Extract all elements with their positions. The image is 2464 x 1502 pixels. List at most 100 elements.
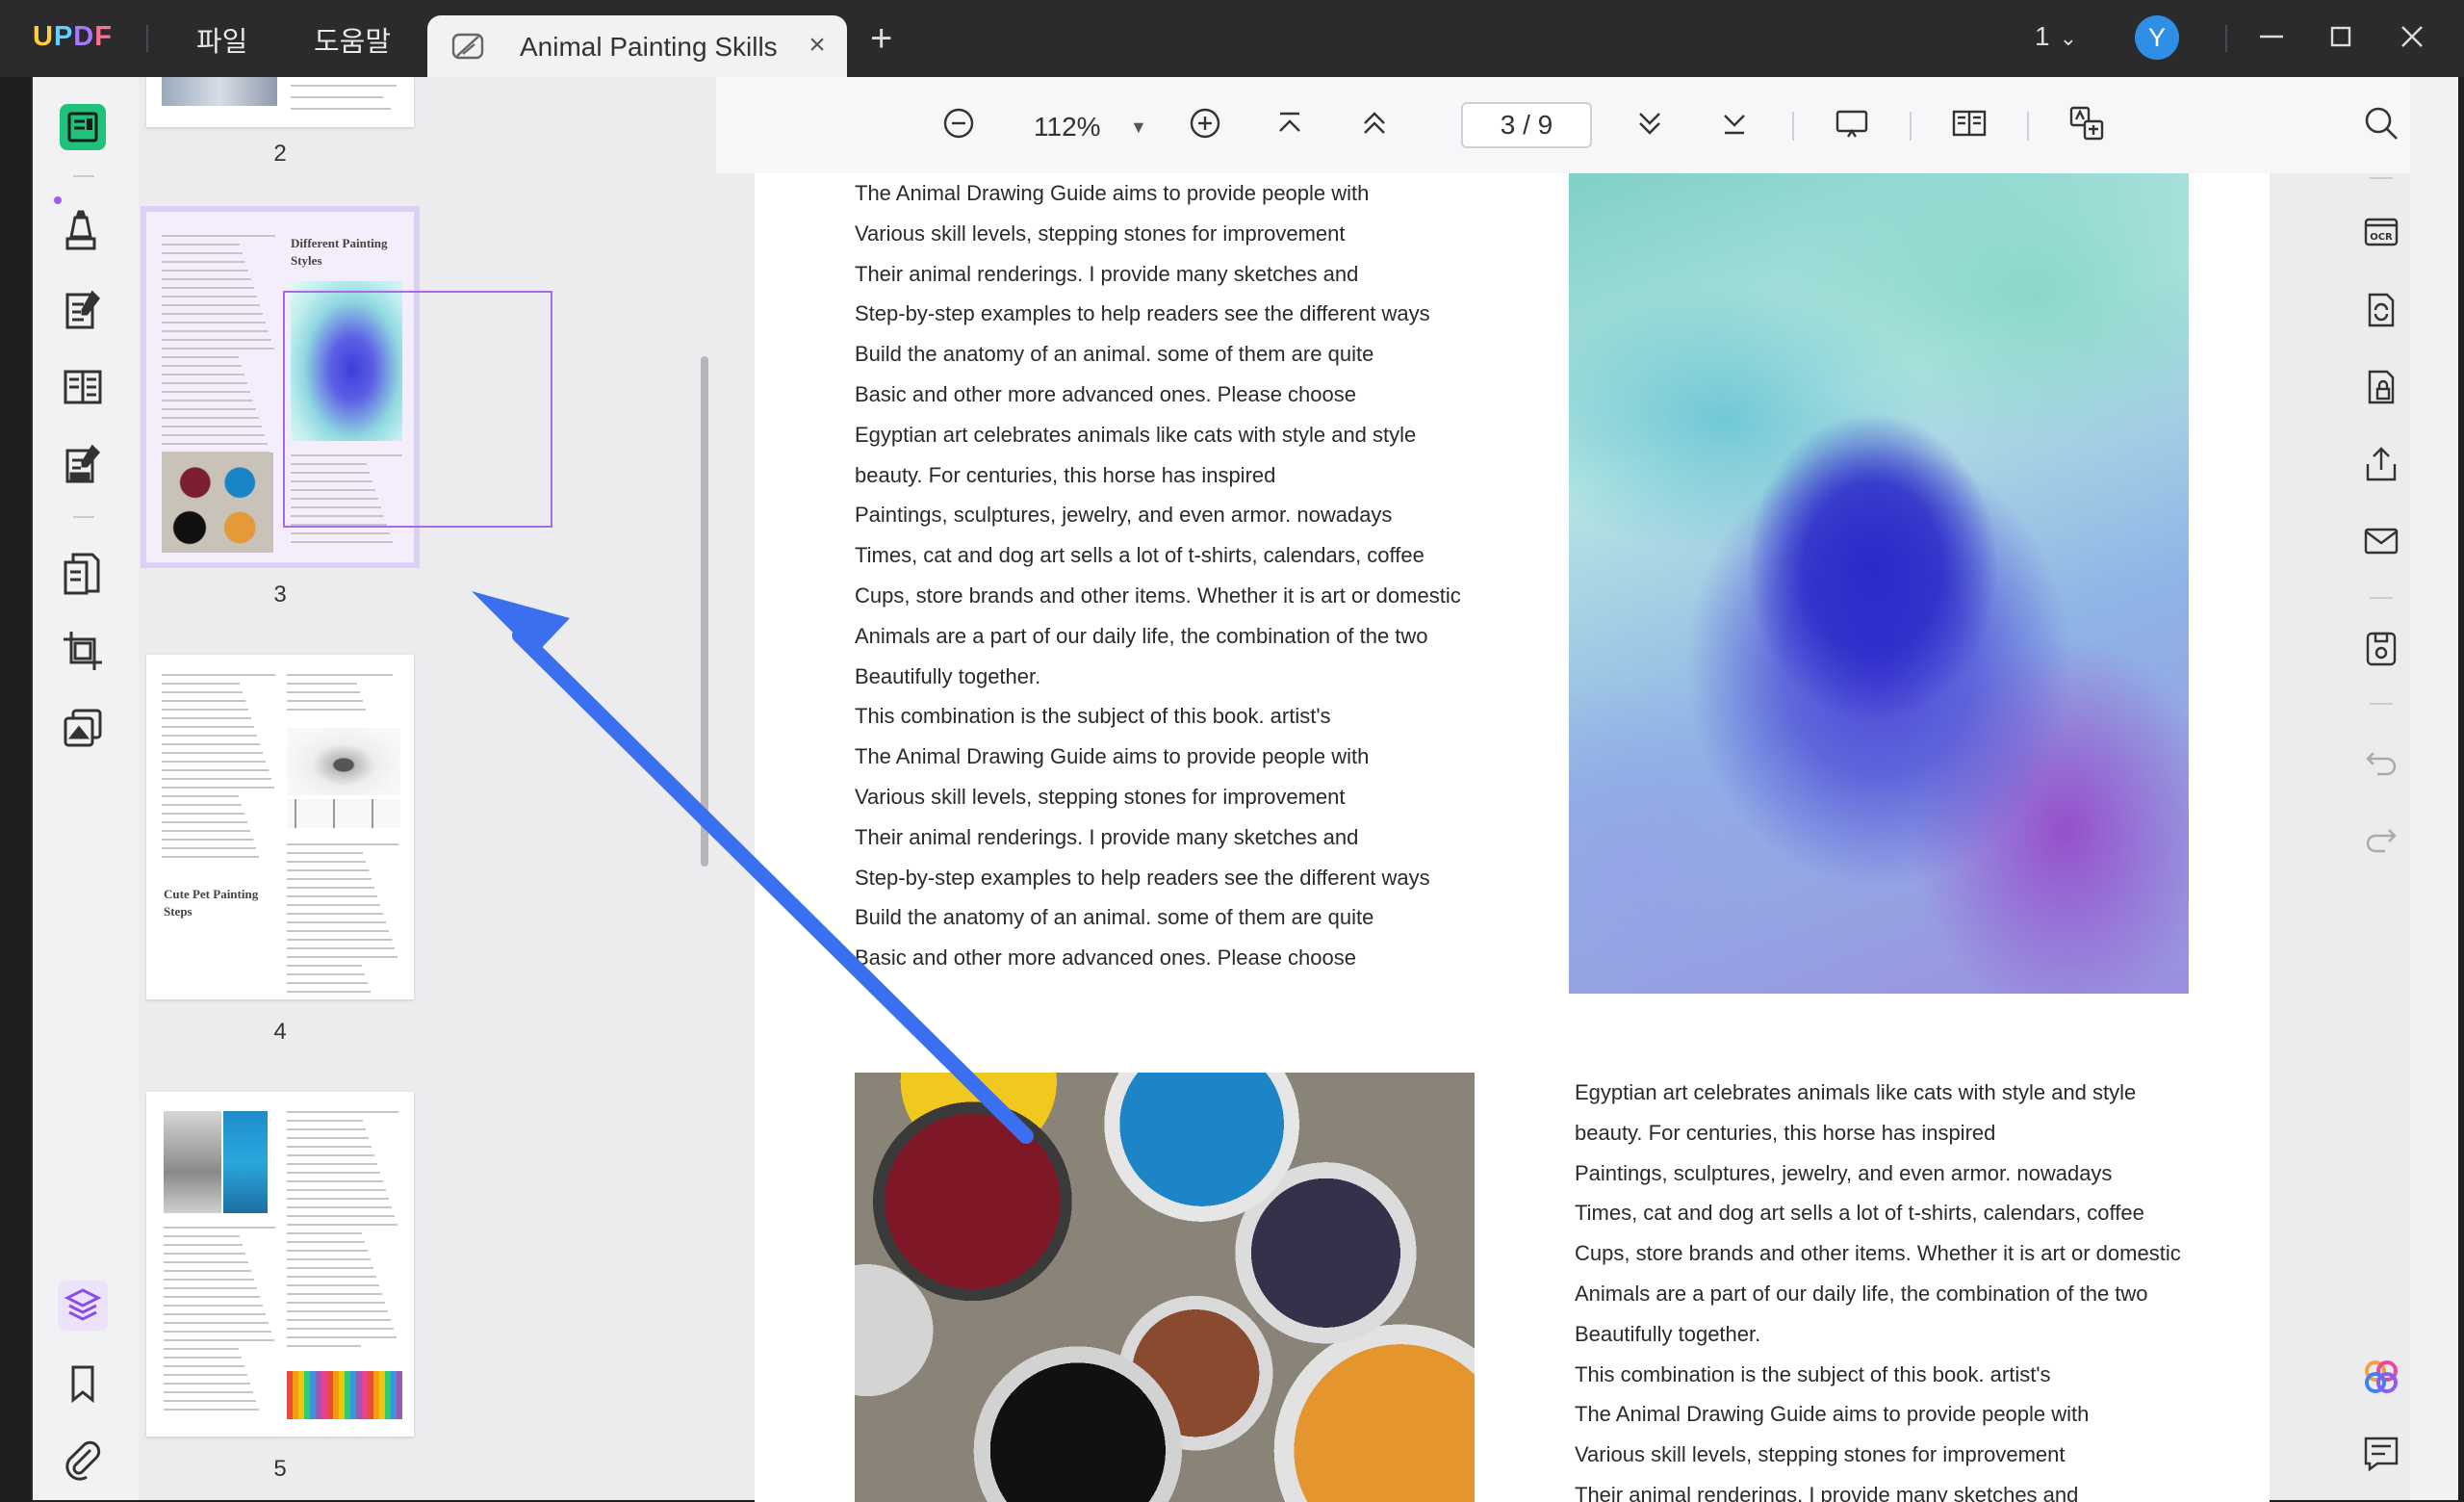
presentation-icon[interactable] bbox=[1833, 104, 1871, 142]
thumbnail-text-line bbox=[162, 322, 266, 324]
thumbnail-text-line bbox=[287, 956, 398, 958]
thumbnail-text-line bbox=[287, 965, 362, 967]
edit-icon[interactable] bbox=[58, 285, 108, 335]
email-icon[interactable] bbox=[2360, 520, 2402, 562]
text-line: Times, cat and dog art sells a lot of t-… bbox=[855, 543, 1424, 568]
text-line: The Animal Drawing Guide aims to provide… bbox=[855, 181, 1370, 205]
share-icon[interactable] bbox=[2360, 443, 2402, 485]
new-tab-button[interactable]: + bbox=[870, 19, 892, 58]
ai-assistant-icon[interactable] bbox=[2360, 1356, 2402, 1398]
tab-close-button[interactable]: × bbox=[803, 29, 832, 62]
thumbnail-text-line bbox=[287, 1198, 389, 1200]
attachment-icon[interactable] bbox=[58, 1435, 108, 1485]
thumbnail-text-line bbox=[287, 913, 383, 915]
layers-icon[interactable] bbox=[58, 1281, 108, 1331]
thumbnail-text-line bbox=[164, 1331, 271, 1333]
protect-icon[interactable] bbox=[2360, 366, 2402, 408]
thumbnail-scrollbar[interactable] bbox=[701, 356, 708, 867]
minimize-icon[interactable] bbox=[2252, 17, 2291, 56]
thumbnail-text-line bbox=[162, 304, 260, 306]
thumbnail-text-line bbox=[287, 921, 386, 923]
thumbnail-text-line bbox=[287, 1146, 372, 1148]
thumbnail-text-line bbox=[164, 1296, 260, 1298]
divider bbox=[2370, 703, 2393, 705]
previous-page-icon[interactable] bbox=[1355, 104, 1394, 142]
thumbnail-text-line bbox=[164, 1383, 250, 1385]
thumbnail-text-line bbox=[162, 735, 257, 737]
thumbnail-text-line bbox=[164, 1391, 253, 1393]
text-line: Step-by-step examples to help readers se… bbox=[855, 865, 1430, 890]
text-line: Times, cat and dog art sells a lot of t-… bbox=[1575, 1201, 2144, 1226]
thumbnail-text-line bbox=[287, 1137, 369, 1139]
text-line: The Animal Drawing Guide aims to provide… bbox=[855, 744, 1370, 769]
thumbnail-text-line bbox=[287, 1328, 394, 1330]
thumbnail-text-line bbox=[287, 1154, 374, 1156]
viewport-indicator[interactable] bbox=[283, 291, 552, 528]
thumbnail-text-line bbox=[287, 1293, 382, 1295]
thumbnail-text-line bbox=[162, 408, 256, 410]
divider bbox=[2370, 177, 2393, 179]
thumbnail-text-line bbox=[287, 852, 363, 854]
comment-icon[interactable] bbox=[58, 208, 108, 258]
zoom-dropdown-icon[interactable]: ▼ bbox=[1130, 117, 1147, 138]
thumbnail-text-line bbox=[287, 674, 393, 676]
translate-icon[interactable] bbox=[2067, 104, 2106, 142]
menu-help[interactable]: 도움말 bbox=[314, 19, 391, 60]
thumbnail-text-line bbox=[162, 235, 275, 237]
thumbnail-text-line bbox=[164, 1270, 251, 1272]
thumbnail-text-line bbox=[162, 287, 254, 289]
thumbnail-text-line bbox=[164, 1279, 254, 1281]
last-page-icon[interactable] bbox=[1715, 104, 1754, 142]
maximize-icon[interactable] bbox=[2322, 17, 2360, 56]
user-avatar[interactable]: Y bbox=[2135, 15, 2179, 60]
undo-icon[interactable] bbox=[2360, 739, 2402, 782]
thumbnail-text-line bbox=[164, 1235, 240, 1237]
thumbnail-text-line bbox=[162, 813, 244, 815]
reader-icon[interactable] bbox=[58, 102, 108, 152]
thumbnail-text-line bbox=[287, 1120, 363, 1122]
zoom-in-icon[interactable] bbox=[1186, 104, 1224, 142]
text-line: The Animal Drawing Guide aims to provide… bbox=[1575, 1402, 2090, 1427]
fill-sign-icon[interactable] bbox=[58, 439, 108, 489]
first-page-icon[interactable] bbox=[1270, 104, 1309, 142]
menu-file[interactable]: 파일 bbox=[196, 19, 247, 60]
watercolor-image bbox=[1569, 173, 2189, 994]
thumbnail-text-line bbox=[162, 356, 239, 358]
search-icon[interactable] bbox=[2360, 102, 2402, 144]
close-window-icon[interactable] bbox=[2393, 17, 2431, 56]
page-layout-icon[interactable] bbox=[1950, 104, 1989, 142]
ocr-icon[interactable]: OCR bbox=[2360, 210, 2402, 252]
thumbnail-text-line bbox=[287, 861, 366, 863]
page-number-input[interactable]: 3 / 9 bbox=[1461, 102, 1592, 148]
bookmark-icon[interactable] bbox=[58, 1358, 108, 1408]
divider bbox=[2027, 112, 2029, 141]
text-line: Various skill levels, stepping stones fo… bbox=[855, 220, 1346, 246]
zoom-level[interactable]: 112% bbox=[1034, 112, 1101, 142]
thumbnail-text-line bbox=[164, 1374, 247, 1376]
redo-icon[interactable] bbox=[2360, 816, 2402, 859]
convert-icon[interactable] bbox=[2360, 289, 2402, 331]
thumbnail-page-2[interactable] bbox=[146, 77, 414, 127]
next-page-icon[interactable] bbox=[1630, 104, 1669, 142]
thumbnail-page-4[interactable]: Cute Pet Painting Steps bbox=[146, 655, 414, 999]
document-tab[interactable]: Animal Painting Skills × bbox=[427, 15, 847, 77]
thumbnail-text-line bbox=[287, 930, 389, 932]
crop-icon[interactable] bbox=[58, 626, 108, 676]
text-line: Paintings, sculptures, jewelry, and even… bbox=[1575, 1160, 2113, 1185]
thumbnail-page-number: 5 bbox=[273, 1456, 287, 1482]
thumbnail-sketches bbox=[287, 799, 400, 828]
thumbnail-page-5[interactable] bbox=[146, 1092, 414, 1437]
window-count-dropdown[interactable]: 1 ⌄ bbox=[2035, 21, 2077, 52]
divider bbox=[73, 516, 94, 518]
form-icon[interactable] bbox=[58, 362, 108, 412]
document-tab-icon bbox=[451, 33, 484, 60]
save-icon[interactable] bbox=[2360, 628, 2402, 670]
page-tools-icon[interactable] bbox=[58, 703, 108, 753]
comments-icon[interactable] bbox=[2360, 1433, 2402, 1475]
thumbnail-text-line bbox=[287, 1258, 371, 1260]
thumbnail-text-line bbox=[164, 1348, 239, 1350]
zoom-out-icon[interactable] bbox=[939, 104, 978, 142]
organize-pages-icon[interactable] bbox=[58, 549, 108, 599]
thumbnail-text-line bbox=[287, 1336, 397, 1338]
window-count-value: 1 bbox=[2035, 21, 2050, 51]
